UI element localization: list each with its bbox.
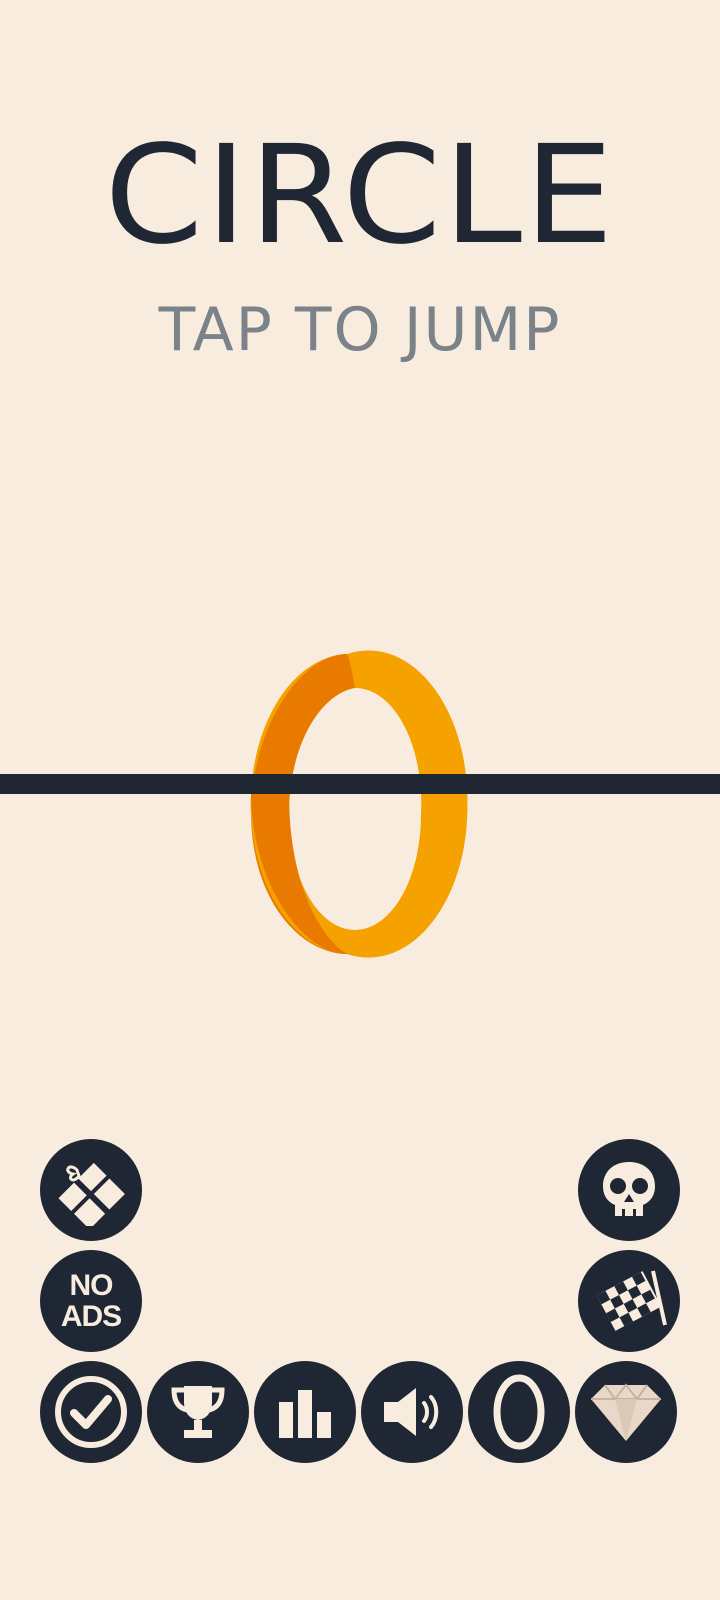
- check-button[interactable]: [40, 1361, 142, 1463]
- ring-on-line-illustration: [0, 650, 720, 958]
- bar-chart-icon: [279, 1390, 331, 1438]
- sound-button[interactable]: [361, 1361, 463, 1463]
- trophy-icon: [171, 1386, 225, 1438]
- leaderboard-button[interactable]: [254, 1361, 356, 1463]
- gift-icon: [58, 1162, 125, 1226]
- skull-icon: [603, 1162, 655, 1216]
- ground-line: [0, 774, 720, 794]
- checkered-flag-icon: [596, 1270, 667, 1331]
- no-ads-button[interactable]: NO ADS: [40, 1250, 142, 1352]
- race-flag-button[interactable]: [578, 1250, 680, 1352]
- gem-button[interactable]: [575, 1361, 677, 1463]
- trophy-button[interactable]: [147, 1361, 249, 1463]
- speaker-icon: [384, 1388, 439, 1436]
- gift-button[interactable]: [40, 1139, 142, 1241]
- ring-skin-button[interactable]: [468, 1361, 570, 1463]
- no-ads-label: NO ADS: [60, 1268, 122, 1333]
- skull-button[interactable]: [578, 1139, 680, 1241]
- diamond-icon: [591, 1383, 661, 1441]
- ring-icon: [493, 1374, 545, 1450]
- game-title: CIRCLE: [104, 117, 616, 275]
- checkmark-icon: [55, 1376, 127, 1448]
- tap-to-jump-instruction: TAP TO JUMP: [158, 295, 562, 365]
- game-stage[interactable]: [0, 620, 720, 960]
